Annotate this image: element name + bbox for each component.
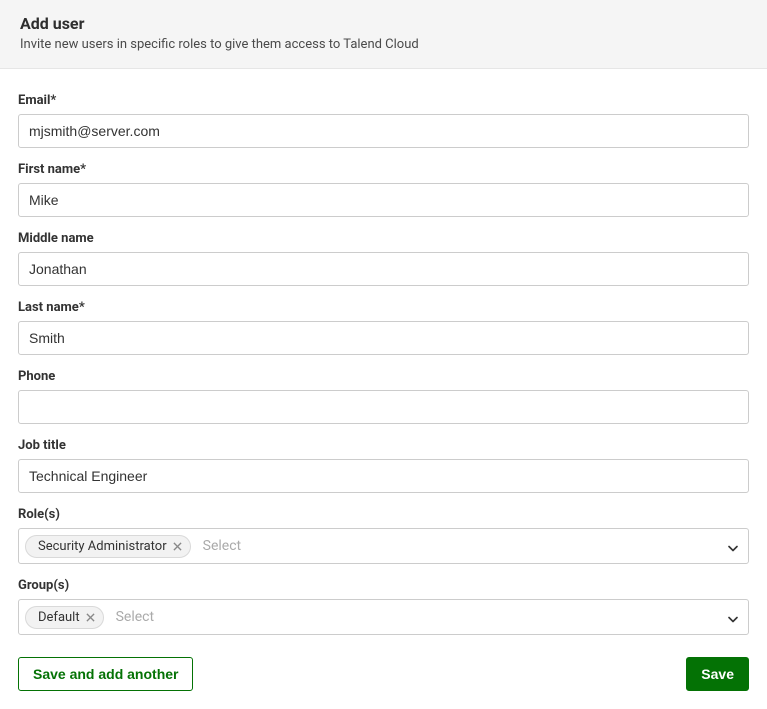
groups-label: Group(s) [18, 578, 749, 593]
role-chip: Security Administrator [25, 535, 191, 558]
job-title-group: Job title [18, 438, 749, 493]
first-name-field[interactable] [18, 183, 749, 217]
page-header: Add user Invite new users in specific ro… [0, 0, 767, 69]
email-field[interactable] [18, 114, 749, 148]
group-chip: Default [25, 606, 104, 629]
roles-label: Role(s) [18, 507, 749, 522]
groups-placeholder: Select [110, 609, 154, 625]
middle-name-label: Middle name [18, 231, 749, 246]
page-subtitle: Invite new users in specific roles to gi… [20, 37, 747, 52]
role-chip-label: Security Administrator [38, 539, 167, 554]
phone-group: Phone [18, 369, 749, 424]
email-label: Email* [18, 93, 749, 108]
save-button[interactable]: Save [686, 657, 749, 691]
page-title: Add user [20, 14, 747, 33]
middle-name-group: Middle name [18, 231, 749, 286]
caret-down-icon [728, 608, 738, 627]
middle-name-field[interactable] [18, 252, 749, 286]
roles-group: Role(s) Security Administrator Select [18, 507, 749, 564]
job-title-field[interactable] [18, 459, 749, 493]
phone-label: Phone [18, 369, 749, 384]
groups-select[interactable]: Default Select [18, 599, 749, 635]
save-and-add-another-button[interactable]: Save and add another [18, 657, 193, 691]
groups-group: Group(s) Default Select [18, 578, 749, 635]
job-title-label: Job title [18, 438, 749, 453]
group-chip-label: Default [38, 610, 80, 625]
email-group: Email* [18, 93, 749, 148]
add-user-form: Email* First name* Middle name Last name… [0, 69, 767, 709]
last-name-label: Last name* [18, 300, 749, 315]
last-name-group: Last name* [18, 300, 749, 355]
roles-select[interactable]: Security Administrator Select [18, 528, 749, 564]
first-name-label: First name* [18, 162, 749, 177]
remove-group-icon[interactable] [86, 613, 95, 622]
last-name-field[interactable] [18, 321, 749, 355]
form-footer: Save and add another Save [18, 657, 749, 691]
remove-role-icon[interactable] [173, 542, 182, 551]
roles-placeholder: Select [197, 538, 241, 554]
caret-down-icon [728, 537, 738, 556]
phone-field[interactable] [18, 390, 749, 424]
first-name-group: First name* [18, 162, 749, 217]
